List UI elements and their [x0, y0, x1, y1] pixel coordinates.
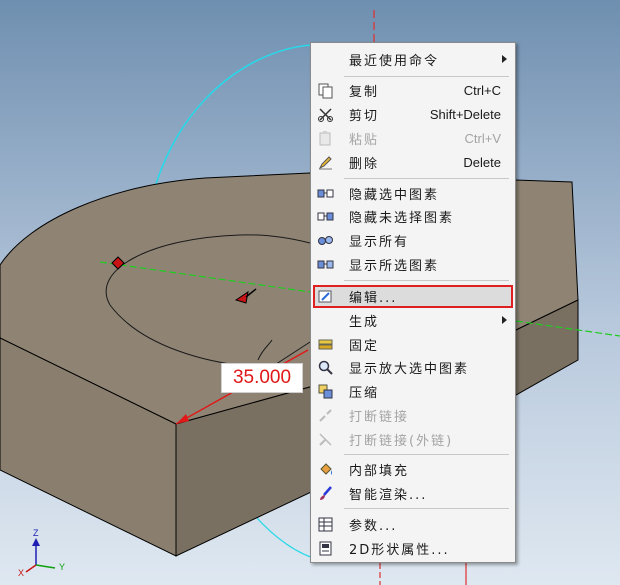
menu-label: 最近使用命令	[349, 54, 440, 69]
menu-label: 生成	[349, 315, 380, 330]
menu-item-edit[interactable]: 编辑...	[313, 285, 513, 308]
triad-x-label: X	[18, 568, 25, 578]
menu-label: 固定	[349, 339, 380, 354]
menu-separator	[344, 508, 509, 509]
menu-item-fix[interactable]: 固定	[313, 333, 513, 356]
magnifier-icon	[317, 359, 334, 376]
menu-item-recent-commands[interactable]: 最近使用命令	[313, 48, 513, 71]
menu-item-2d-shape-properties[interactable]: 2D形状属性...	[313, 537, 513, 560]
menu-label: 显示放大选中图素	[349, 362, 470, 377]
menu-item-hide-selected[interactable]: 隐藏选中图素	[313, 182, 513, 205]
brush-icon	[317, 485, 334, 502]
properties-icon	[317, 540, 334, 557]
menu-item-generate[interactable]: 生成	[313, 309, 513, 332]
menu-separator	[344, 76, 509, 77]
break-link-icon	[317, 407, 334, 424]
paste-icon	[317, 130, 334, 147]
break-link-external-icon	[317, 431, 334, 448]
menu-separator	[344, 178, 509, 179]
menu-shortcut: Shift+Delete	[429, 107, 501, 122]
menu-item-break-link[interactable]: 打断链接	[313, 404, 513, 427]
submenu-arrow-icon	[502, 316, 507, 324]
menu-label: 2D形状属性...	[349, 543, 450, 558]
menu-label: 粘贴	[349, 133, 380, 148]
triad-y	[35, 564, 56, 569]
menu-item-copy[interactable]: 复制 Ctrl+C	[313, 79, 513, 102]
menu-item-show-all[interactable]: 显示所有	[313, 229, 513, 252]
menu-label: 复制	[349, 85, 380, 100]
menu-item-delete[interactable]: 删除 Delete	[313, 151, 513, 174]
hide-selected-icon	[317, 185, 334, 202]
menu-shortcut: Ctrl+V	[464, 131, 501, 146]
show-selected-icon	[317, 256, 334, 273]
show-all-icon	[317, 232, 334, 249]
menu-item-paste[interactable]: 粘贴 Ctrl+V	[313, 127, 513, 150]
menu-label: 参数...	[349, 519, 398, 534]
menu-label: 打断链接	[349, 410, 410, 425]
scissors-icon	[317, 106, 334, 123]
menu-label: 显示所选图素	[349, 259, 440, 274]
menu-label: 剪切	[349, 109, 380, 124]
menu-separator	[344, 280, 509, 281]
menu-separator	[344, 454, 509, 455]
menu-label: 隐藏未选择图素	[349, 211, 455, 226]
menu-item-break-link-external[interactable]: 打断链接(外链)	[313, 428, 513, 451]
triad-y-label: Y	[59, 562, 66, 572]
menu-label: 智能渲染...	[349, 488, 428, 503]
menu-label: 压缩	[349, 386, 380, 401]
hide-unselected-icon	[317, 208, 334, 225]
triad-z-label: Z	[33, 528, 39, 538]
menu-label: 隐藏选中图素	[349, 188, 440, 203]
menu-label: 删除	[349, 157, 380, 172]
menu-label: 显示所有	[349, 235, 410, 250]
menu-label: 内部填充	[349, 464, 410, 479]
edit-icon	[317, 288, 334, 305]
menu-item-interior-fill[interactable]: 内部填充	[313, 458, 513, 481]
paint-bucket-icon	[317, 461, 334, 478]
pencil-erase-icon	[317, 154, 334, 171]
copy-icon	[317, 82, 334, 99]
parameters-table-icon	[317, 516, 334, 533]
menu-item-zoom-selected[interactable]: 显示放大选中图素	[313, 356, 513, 379]
menu-item-parameters[interactable]: 参数...	[313, 513, 513, 536]
triad-z-arrow	[32, 538, 40, 546]
menu-item-hide-unselected[interactable]: 隐藏未选择图素	[313, 205, 513, 228]
compress-icon	[317, 383, 334, 400]
menu-label: 打断链接(外链)	[349, 434, 454, 449]
submenu-arrow-icon	[502, 55, 507, 63]
menu-label: 编辑...	[349, 291, 398, 306]
triad-x	[25, 564, 37, 573]
menu-shortcut: Delete	[463, 155, 501, 170]
menu-shortcut: Ctrl+C	[463, 83, 501, 98]
menu-item-cut[interactable]: 剪切 Shift+Delete	[313, 103, 513, 126]
menu-item-compress[interactable]: 压缩	[313, 380, 513, 403]
dimension-label[interactable]: 35.000	[221, 363, 303, 393]
fix-icon	[317, 336, 334, 353]
menu-item-smart-render[interactable]: 智能渲染...	[313, 482, 513, 505]
context-menu: 最近使用命令 复制 Ctrl+C 剪切 Shift+Delete 粘贴 Ctrl…	[310, 42, 516, 563]
menu-item-show-selected[interactable]: 显示所选图素	[313, 253, 513, 276]
